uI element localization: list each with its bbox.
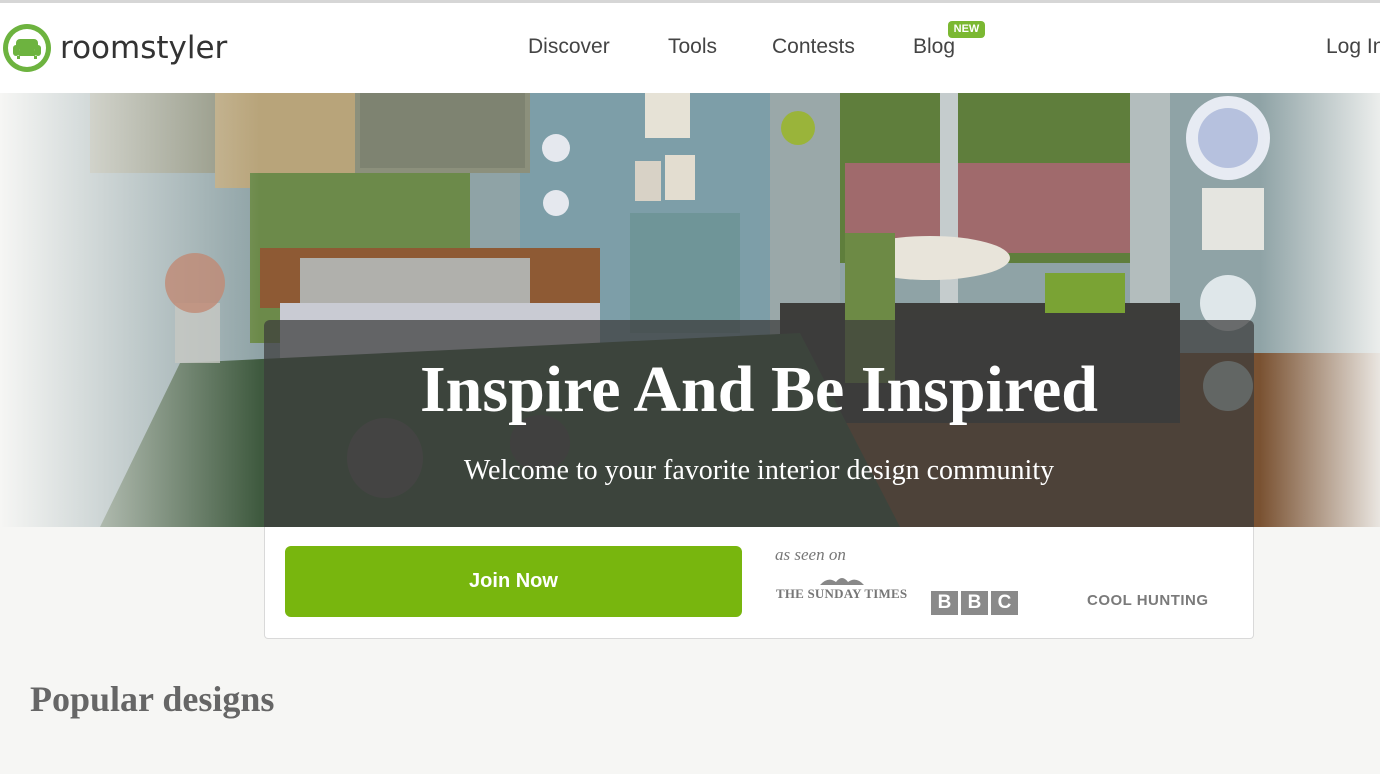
- new-badge: NEW: [948, 21, 985, 38]
- bbc-letter: B: [961, 591, 988, 615]
- hero-title: Inspire And Be Inspired: [420, 353, 1098, 426]
- nav-discover[interactable]: Discover: [528, 35, 610, 59]
- brand-name: roomstyler: [60, 30, 228, 66]
- hero-subtitle: Welcome to your favorite interior design…: [463, 455, 1055, 486]
- logo[interactable]: roomstyler: [3, 23, 227, 73]
- press-logo-sunday-times: THE SUNDAY TIMES: [776, 586, 908, 601]
- popular-designs-heading: Popular designs: [30, 679, 275, 719]
- bbc-letter: B: [931, 591, 958, 615]
- press-logo-bbc: B B C: [931, 591, 1018, 615]
- join-now-button[interactable]: Join Now: [285, 546, 742, 617]
- as-seen-on-label: as seen on: [775, 545, 846, 564]
- login-link[interactable]: Log In: [1326, 35, 1380, 59]
- nav-tools[interactable]: Tools: [668, 35, 717, 59]
- press-logo-cool-hunting: COOL HUNTING: [1087, 592, 1209, 609]
- nav-blog[interactable]: Blog: [913, 35, 955, 59]
- armchair-logo-icon: [3, 24, 51, 72]
- times-crest-icon: [820, 578, 864, 585]
- site-header: roomstyler Discover Tools Contests Blog …: [0, 3, 1380, 93]
- nav-contests[interactable]: Contests: [772, 35, 855, 59]
- bbc-letter: C: [991, 591, 1018, 615]
